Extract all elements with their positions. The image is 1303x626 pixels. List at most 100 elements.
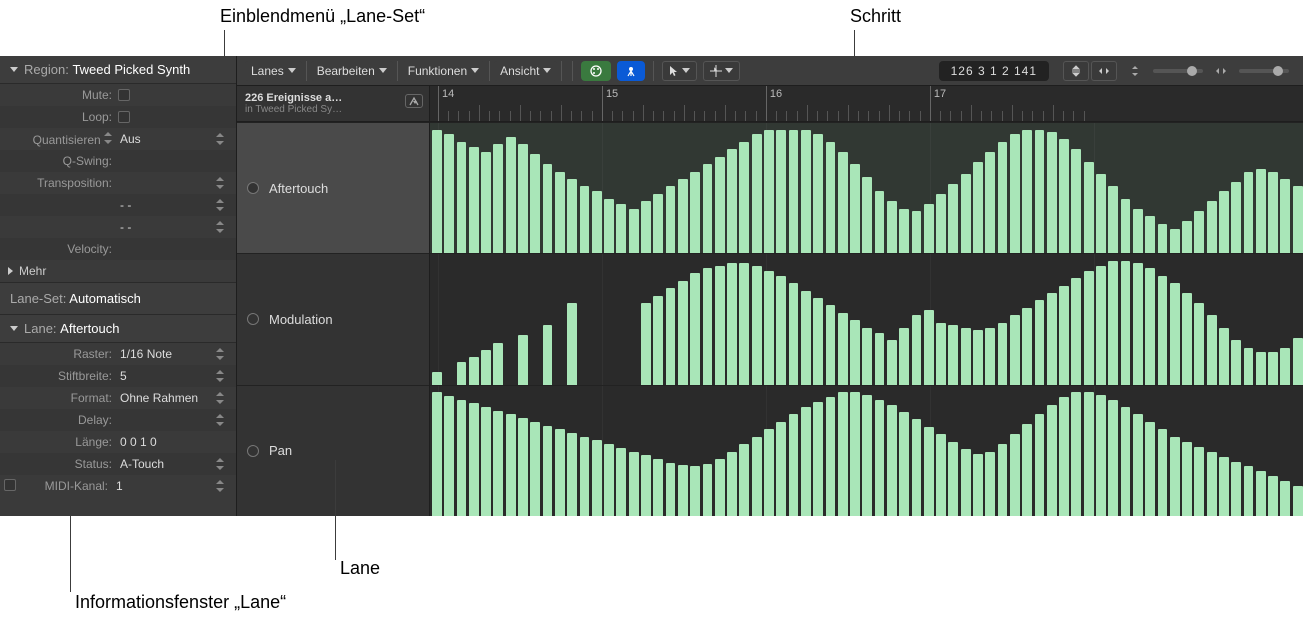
events-summary[interactable]: 226 Ereignisse a… in Tweed Picked Sy… <box>237 86 429 121</box>
step-bar[interactable] <box>813 402 823 516</box>
step-bar[interactable] <box>1293 338 1303 385</box>
step-bar[interactable] <box>592 191 602 253</box>
step-bar[interactable] <box>739 444 749 516</box>
step-bar[interactable] <box>850 392 860 516</box>
checkbox[interactable] <box>4 479 16 491</box>
step-bar[interactable] <box>543 325 553 384</box>
step-bar[interactable] <box>1293 486 1303 516</box>
lane-header-row[interactable]: Lane: Aftertouch <box>0 315 236 343</box>
step-bar[interactable] <box>1035 130 1045 254</box>
step-bar[interactable] <box>506 137 516 253</box>
step-bar[interactable] <box>936 434 946 516</box>
step-bar[interactable] <box>1145 422 1155 516</box>
step-bar[interactable] <box>801 130 811 254</box>
inspector-row[interactable]: - - <box>0 194 236 216</box>
step-bar[interactable] <box>444 396 454 516</box>
midi-out-button[interactable] <box>617 61 645 81</box>
step-bar[interactable] <box>457 400 467 516</box>
step-bar[interactable] <box>703 164 713 253</box>
step-bar[interactable] <box>838 152 848 254</box>
step-bar[interactable] <box>862 328 872 385</box>
step-bar[interactable] <box>678 465 688 516</box>
step-bar[interactable] <box>1059 286 1069 385</box>
step-bar[interactable] <box>789 130 799 254</box>
step-bar[interactable] <box>1194 211 1204 253</box>
step-bar[interactable] <box>715 157 725 254</box>
step-bar[interactable] <box>1219 457 1229 516</box>
lane-header-pan[interactable]: Pan <box>237 385 429 516</box>
stepper-icon[interactable] <box>216 370 224 382</box>
step-bar[interactable] <box>1145 216 1155 253</box>
step-bar[interactable] <box>1108 186 1118 253</box>
step-bar[interactable] <box>1133 414 1143 516</box>
step-bar[interactable] <box>703 268 713 384</box>
step-bar[interactable] <box>1280 179 1290 253</box>
inspector-row[interactable]: Quantisieren Aus <box>0 128 236 150</box>
lane-select-radio[interactable] <box>247 182 259 194</box>
horizontal-autozoom[interactable] <box>1091 61 1117 81</box>
step-bar[interactable] <box>789 283 799 385</box>
checkbox[interactable] <box>118 111 130 123</box>
step-bar[interactable] <box>1170 283 1180 385</box>
step-bar[interactable] <box>543 164 553 253</box>
step-bar[interactable] <box>1133 209 1143 254</box>
stepper-icon[interactable] <box>216 221 224 233</box>
step-bar[interactable] <box>1231 182 1241 254</box>
step-bar[interactable] <box>887 201 897 253</box>
step-bar[interactable] <box>1280 481 1290 516</box>
menu-bearbeiten[interactable]: Bearbeiten <box>311 61 393 81</box>
step-bar[interactable] <box>1158 429 1168 516</box>
step-bar[interactable] <box>875 400 885 516</box>
step-bar[interactable] <box>936 194 946 253</box>
step-bar[interactable] <box>555 172 565 254</box>
step-bar[interactable] <box>764 271 774 385</box>
step-bar[interactable] <box>1170 229 1180 254</box>
step-bar[interactable] <box>1268 172 1278 254</box>
step-bar[interactable] <box>432 392 442 516</box>
step-bar[interactable] <box>1244 466 1254 516</box>
step-bar[interactable] <box>604 199 614 253</box>
step-bar[interactable] <box>629 209 639 254</box>
step-bar[interactable] <box>739 263 749 384</box>
pointer-tool[interactable] <box>662 61 697 81</box>
step-bar[interactable] <box>727 149 737 253</box>
stepper-icon[interactable] <box>216 177 224 189</box>
step-bar[interactable] <box>826 397 836 516</box>
step-bar[interactable] <box>1219 328 1229 385</box>
step-bar[interactable] <box>481 350 491 385</box>
step-bar[interactable] <box>1207 315 1217 384</box>
step-bar[interactable] <box>653 459 663 516</box>
step-bar[interactable] <box>887 340 897 385</box>
step-bar[interactable] <box>1035 414 1045 516</box>
alt-tool[interactable] <box>703 61 740 81</box>
lcd-display[interactable]: 126 3 1 2 141 <box>939 61 1049 81</box>
step-bar[interactable] <box>826 305 836 384</box>
step-bar[interactable] <box>567 179 577 253</box>
lane-select-radio[interactable] <box>247 445 259 457</box>
inspector-row[interactable]: Velocity: <box>0 238 236 260</box>
step-bar[interactable] <box>469 357 479 384</box>
step-bar[interactable] <box>567 433 577 516</box>
step-bar[interactable] <box>690 172 700 254</box>
step-bar[interactable] <box>518 418 528 516</box>
step-bar[interactable] <box>481 152 491 254</box>
stepper-icon[interactable] <box>216 133 224 145</box>
step-bar[interactable] <box>764 429 774 516</box>
step-bar[interactable] <box>1084 271 1094 385</box>
step-bar[interactable] <box>973 330 983 384</box>
step-bar[interactable] <box>862 177 872 254</box>
step-bar[interactable] <box>936 323 946 385</box>
step-bar[interactable] <box>948 442 958 516</box>
inspector-row[interactable]: Stiftbreite:5 <box>0 365 236 387</box>
menu-funktionen[interactable]: Funktionen <box>402 61 485 81</box>
inspector-row[interactable]: - - <box>0 216 236 238</box>
step-bar[interactable] <box>1231 462 1241 516</box>
step-bar[interactable] <box>850 164 860 253</box>
step-bar[interactable] <box>1022 308 1032 385</box>
step-bar[interactable] <box>1182 221 1192 253</box>
step-bar[interactable] <box>1096 266 1106 385</box>
step-bar[interactable] <box>641 201 651 253</box>
step-bar[interactable] <box>826 142 836 253</box>
step-bar[interactable] <box>813 298 823 385</box>
step-bar[interactable] <box>1010 315 1020 384</box>
